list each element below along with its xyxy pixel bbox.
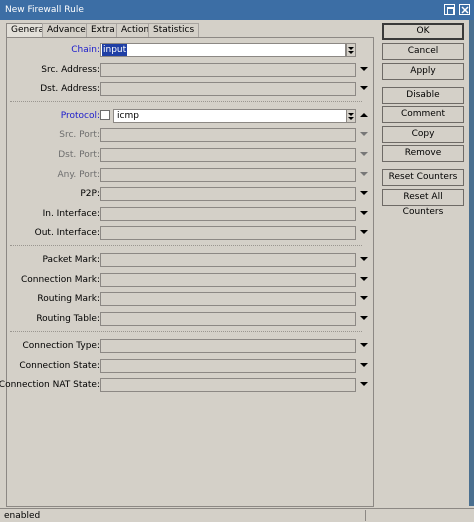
protocol-row: Protocol: icmp xyxy=(7,109,375,123)
status-text: enabled xyxy=(4,511,41,521)
spin-toggle-icon[interactable] xyxy=(346,43,356,57)
dropdown-arrow-icon[interactable] xyxy=(360,191,369,196)
title-bar: New Firewall Rule xyxy=(0,0,474,20)
routing-mark-input[interactable] xyxy=(100,292,356,306)
separator xyxy=(10,101,362,102)
dropdown-arrow-icon[interactable] xyxy=(360,257,369,262)
cancel-button[interactable]: Cancel xyxy=(382,43,464,60)
dropdown-arrow-icon[interactable] xyxy=(360,172,369,177)
tab-statistics[interactable]: Statistics xyxy=(148,23,200,37)
connection-state-label: Connection State: xyxy=(19,361,100,371)
reset-counters-button[interactable]: Reset Counters xyxy=(382,169,464,186)
dropdown-arrow-icon[interactable] xyxy=(360,382,369,387)
connection-nat-state-input[interactable] xyxy=(100,378,356,392)
restore-icon[interactable] xyxy=(444,4,455,15)
status-bar: enabled xyxy=(0,508,474,522)
connection-mark-row: Connection Mark: xyxy=(7,273,375,287)
comment-button[interactable]: Comment xyxy=(382,106,464,123)
dropdown-arrow-icon[interactable] xyxy=(360,230,369,235)
connection-nat-state-label: Connection NAT State: xyxy=(0,380,100,390)
dst-address-row: Dst. Address: xyxy=(7,82,375,96)
copy-button[interactable]: Copy xyxy=(382,126,464,143)
status-divider xyxy=(365,510,366,521)
connection-type-row: Connection Type: xyxy=(7,339,375,353)
dst-address-label: Dst. Address: xyxy=(40,84,100,94)
routing-table-input[interactable] xyxy=(100,312,356,326)
dst-port-input[interactable] xyxy=(100,148,356,162)
protocol-input[interactable]: icmp xyxy=(113,109,347,123)
dropdown-arrow-icon[interactable] xyxy=(360,316,369,321)
src-port-input[interactable] xyxy=(100,128,356,142)
connection-type-input[interactable] xyxy=(100,339,356,353)
routing-table-row: Routing Table: xyxy=(7,312,375,326)
chain-row: Chain: input xyxy=(7,43,375,57)
remove-button[interactable]: Remove xyxy=(382,145,464,162)
connection-mark-label: Connection Mark: xyxy=(20,275,100,285)
connection-type-label: Connection Type: xyxy=(22,341,101,351)
p2p-label: P2P: xyxy=(80,189,100,199)
connection-nat-state-row: Connection NAT State: xyxy=(0,378,375,392)
dropdown-arrow-icon[interactable] xyxy=(360,86,369,91)
window-edge xyxy=(469,20,474,506)
protocol-label: Protocol: xyxy=(60,111,100,121)
in-interface-label: In. Interface: xyxy=(42,209,100,219)
separator xyxy=(10,245,362,246)
reset-all-counters-button[interactable]: Reset All Counters xyxy=(382,189,464,217)
window-title: New Firewall Rule xyxy=(5,5,84,15)
chain-value: input xyxy=(102,44,128,56)
separator xyxy=(10,331,362,332)
src-port-label: Src. Port: xyxy=(59,130,100,140)
out-interface-row: Out. Interface: xyxy=(7,226,375,240)
dropdown-arrow-icon[interactable] xyxy=(360,67,369,72)
spin-toggle-icon[interactable] xyxy=(346,109,356,123)
src-address-input[interactable] xyxy=(100,63,356,77)
dst-port-row: Dst. Port: xyxy=(7,148,375,162)
dropdown-arrow-icon[interactable] xyxy=(360,363,369,368)
chain-label: Chain: xyxy=(71,45,100,55)
tab-extra[interactable]: Extra xyxy=(86,23,120,37)
p2p-input[interactable] xyxy=(100,187,356,201)
chain-input[interactable]: input xyxy=(100,43,346,57)
any-port-label: Any. Port: xyxy=(57,170,101,180)
src-port-row: Src. Port: xyxy=(7,128,375,142)
dropdown-arrow-icon[interactable] xyxy=(360,211,369,216)
out-interface-input[interactable] xyxy=(100,226,356,240)
src-address-row: Src. Address: xyxy=(7,63,375,77)
dropdown-arrow-icon[interactable] xyxy=(360,277,369,282)
dropdown-arrow-icon[interactable] xyxy=(360,296,369,301)
any-port-input[interactable] xyxy=(100,168,356,182)
dropdown-arrow-icon[interactable] xyxy=(360,132,369,137)
ok-button[interactable]: OK xyxy=(382,23,464,40)
connection-state-input[interactable] xyxy=(100,359,356,373)
routing-table-label: Routing Table: xyxy=(36,314,100,324)
apply-button[interactable]: Apply xyxy=(382,63,464,80)
in-interface-input[interactable] xyxy=(100,207,356,221)
packet-mark-input[interactable] xyxy=(100,253,356,267)
protocol-negate-checkbox[interactable] xyxy=(100,110,110,120)
routing-mark-label: Routing Mark: xyxy=(37,294,100,304)
out-interface-label: Out. Interface: xyxy=(34,228,100,238)
dst-port-label: Dst. Port: xyxy=(58,150,100,160)
connection-mark-input[interactable] xyxy=(100,273,356,287)
disable-button[interactable]: Disable xyxy=(382,87,464,104)
close-icon[interactable] xyxy=(459,4,470,15)
general-panel: Chain: input Src. Address: Dst. Address:… xyxy=(0,37,375,507)
in-interface-row: In. Interface: xyxy=(7,207,375,221)
src-address-label: Src. Address: xyxy=(41,65,100,75)
routing-mark-row: Routing Mark: xyxy=(7,292,375,306)
dst-address-input[interactable] xyxy=(100,82,356,96)
packet-mark-label: Packet Mark: xyxy=(42,255,100,265)
any-port-row: Any. Port: xyxy=(7,168,375,182)
dropdown-arrow-icon[interactable] xyxy=(360,343,369,348)
connection-state-row: Connection State: xyxy=(7,359,375,373)
p2p-row: P2P: xyxy=(7,187,375,201)
collapse-arrow-icon[interactable] xyxy=(360,113,369,118)
packet-mark-row: Packet Mark: xyxy=(7,253,375,267)
protocol-value: icmp xyxy=(117,111,139,121)
dropdown-arrow-icon[interactable] xyxy=(360,152,369,157)
